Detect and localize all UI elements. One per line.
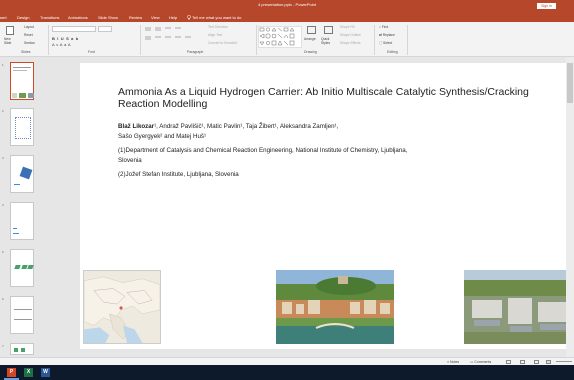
lightbulb-icon: [187, 15, 191, 20]
thumb-number: 1: [2, 63, 4, 67]
slide-title[interactable]: Ammonia As a Liquid Hydrogen Carrier: Ab…: [118, 86, 558, 110]
slide-thumbnails: 1 2 3 4 5 6 7: [0, 57, 42, 357]
thumbnail-slide-2[interactable]: [10, 108, 34, 146]
reset-button[interactable]: Reset: [24, 33, 33, 37]
window-title: 4 presentation.pptx - PowerPoint: [257, 2, 317, 7]
shape-outline-button[interactable]: Shape Outline: [340, 33, 361, 37]
convert-smartart-button[interactable]: Convert to SmartArt: [208, 41, 237, 45]
group-slides: Slides: [21, 50, 31, 54]
find-label: Find: [381, 25, 389, 29]
ribbon-divider: [140, 25, 141, 55]
tab-insert[interactable]: sert: [0, 15, 7, 20]
thumb-number: 4: [2, 203, 4, 207]
new-slide-icon[interactable]: [6, 26, 14, 35]
quick-styles-icon[interactable]: [324, 26, 333, 34]
paragraph-icons[interactable]: [144, 26, 204, 48]
lead-author: Blaž Likozar: [118, 123, 155, 130]
thumbnail-slide-4[interactable]: [10, 202, 34, 240]
tab-transitions[interactable]: Transitions: [40, 15, 59, 20]
sign-in-button[interactable]: Sign in: [537, 3, 556, 9]
powerpoint-taskbar-icon[interactable]: P: [7, 368, 16, 377]
thumbnail-slide-3[interactable]: [10, 155, 34, 193]
font-format-buttons[interactable]: BIUSab: [52, 36, 81, 41]
slide-authors[interactable]: Blaž Likozar¹, Andraž Pavlišič¹, Matic P…: [118, 122, 418, 142]
group-font: Font: [88, 50, 96, 54]
group-paragraph: Paragraph: [187, 50, 204, 54]
zoom-slider[interactable]: [556, 361, 572, 362]
font-name-box[interactable]: [52, 26, 96, 32]
group-drawing: Drawing: [304, 50, 317, 54]
font-size-box[interactable]: [98, 26, 112, 32]
ribbon-divider: [407, 25, 408, 55]
current-slide[interactable]: Ammonia As a Liquid Hydrogen Carrier: Ab…: [80, 63, 574, 349]
tab-design[interactable]: Design: [17, 15, 29, 20]
thumb-number: 6: [2, 297, 4, 301]
thumb-number: 2: [2, 109, 4, 113]
reading-view-icon[interactable]: [534, 359, 539, 364]
arrange-icon[interactable]: [307, 26, 316, 34]
new-slide-button[interactable]: New Slide: [4, 37, 18, 45]
thumb-number: 3: [2, 156, 4, 160]
tab-animations[interactable]: Animations: [68, 15, 88, 20]
authors-line-2: Sašo Gyergyek² and Matej Huš¹: [118, 133, 207, 140]
tab-help[interactable]: Help: [169, 15, 177, 20]
tab-review[interactable]: Review: [129, 15, 142, 20]
group-editing: Editing: [387, 50, 398, 54]
thumb-number: 7: [2, 344, 4, 348]
thumbnail-slide-7[interactable]: [10, 343, 34, 355]
shape-effects-button[interactable]: Shape Effects: [340, 41, 360, 45]
affiliation-2[interactable]: (2)Jožef Stefan Institute, Ljubljana, Sl…: [118, 171, 418, 178]
ribbon-divider: [256, 25, 257, 55]
word-taskbar-icon[interactable]: W: [41, 368, 50, 377]
slideshow-icon[interactable]: [546, 359, 551, 364]
powerpoint-window: 4 presentation.pptx - PowerPoint Sign in…: [0, 0, 574, 380]
ribbon-divider: [374, 25, 375, 55]
tab-slide-show[interactable]: Slide Show: [98, 15, 118, 20]
tab-view[interactable]: View: [151, 15, 160, 20]
status-bar: ≡ Notes ▭ Comments: [0, 357, 574, 365]
title-bar: 4 presentation.pptx - PowerPoint Sign in: [0, 0, 574, 13]
thumbnail-slide-6[interactable]: [10, 296, 34, 334]
tell-me-label: Tell me what you want to do: [192, 15, 242, 20]
excel-taskbar-icon[interactable]: X: [24, 368, 33, 377]
ribbon-tabs: sert Design Transitions Animations Slide…: [0, 13, 574, 22]
tell-me-search[interactable]: Tell me what you want to do: [187, 15, 241, 20]
vertical-scrollbar[interactable]: [566, 57, 574, 357]
text-direction-button[interactable]: Text Direction: [208, 25, 228, 29]
ljubljana-photo[interactable]: [276, 270, 394, 344]
shapes-gallery[interactable]: [258, 26, 302, 48]
thumbnail-slide-1[interactable]: [10, 62, 34, 100]
europe-map-image[interactable]: [83, 270, 161, 344]
slide-sorter-icon[interactable]: [520, 359, 525, 364]
layout-button[interactable]: Layout: [24, 25, 34, 29]
scrollbar-thumb[interactable]: [567, 63, 573, 103]
section-button[interactable]: Section: [24, 41, 35, 45]
notes-label: Notes: [450, 359, 460, 364]
affiliation-1[interactable]: (1)Department of Catalysis and Chemical …: [118, 146, 418, 166]
comments-label: Comments: [474, 359, 492, 364]
quick-styles-button[interactable]: Quick Styles: [321, 37, 335, 45]
thumbnail-slide-5[interactable]: [10, 249, 34, 287]
arrange-button[interactable]: Arrange: [304, 37, 316, 41]
thumb-number: 5: [2, 250, 4, 254]
replace-label: Replace: [382, 33, 395, 37]
ribbon-divider: [48, 25, 49, 55]
taskbar: P X W: [0, 365, 574, 380]
authors-line-1: ¹, Andraž Pavlišič¹, Matic Pavlin¹, Taja…: [154, 123, 339, 130]
find-button[interactable]: ⌕ Find: [379, 25, 388, 29]
select-label: Select: [383, 41, 393, 45]
shape-fill-button[interactable]: Shape Fill: [340, 25, 355, 29]
ribbon: New Slide Layout Reset Section Slides BI…: [0, 22, 574, 57]
replace-button[interactable]: ⇄ Replace: [379, 33, 395, 37]
align-text-button[interactable]: Align Text: [208, 33, 222, 37]
normal-view-icon[interactable]: [506, 359, 511, 364]
notes-button[interactable]: ≡ Notes: [447, 360, 459, 364]
campus-aerial-photo[interactable]: [464, 270, 574, 344]
font-color-buttons[interactable]: AvAaA: [52, 42, 72, 47]
comments-button[interactable]: ▭ Comments: [470, 360, 491, 364]
select-button[interactable]: ⬚ Select: [379, 41, 392, 45]
